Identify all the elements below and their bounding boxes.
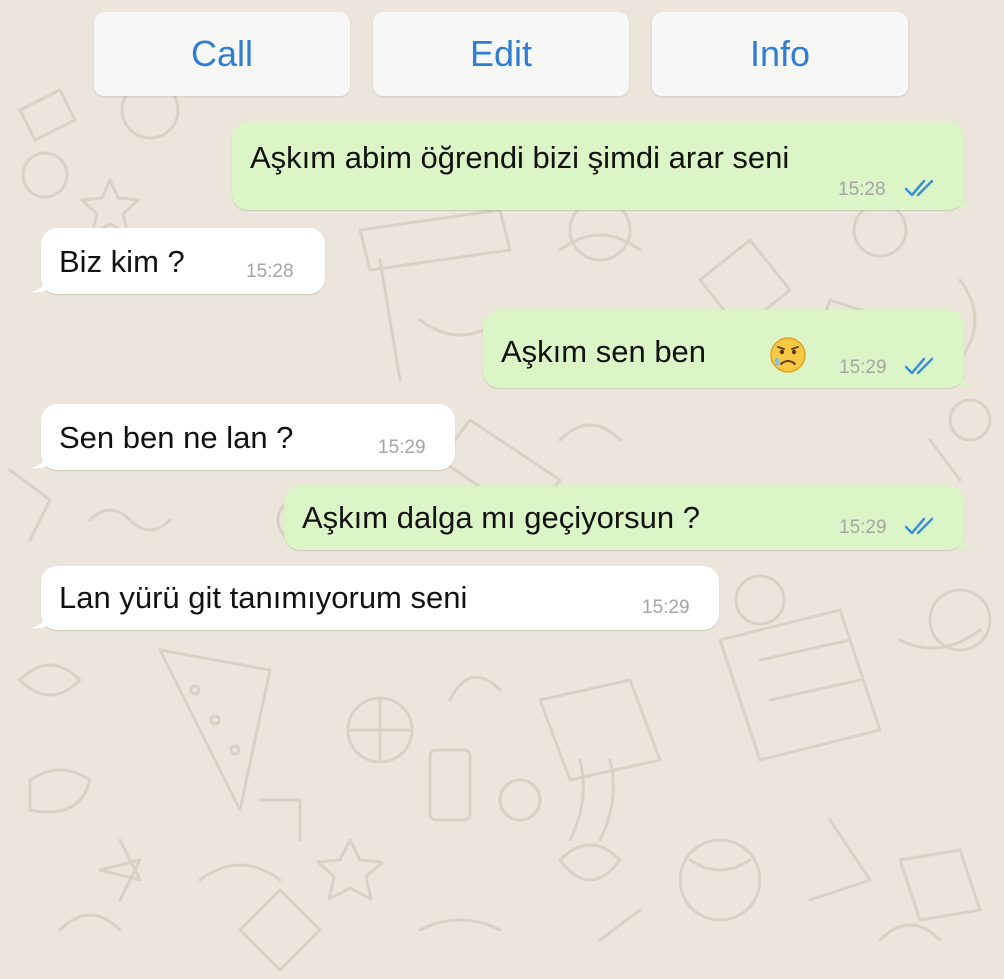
message-bubble-incoming[interactable]: Lan yürü git tanımıyorum seni 15:29 <box>31 566 719 630</box>
message-text: Aşkım dalga mı geçiyorsun ? <box>302 500 701 535</box>
read-ticks-icon <box>904 517 934 535</box>
message-time: 15:29 <box>839 517 887 538</box>
message-bubble-outgoing[interactable]: Aşkım dalga mı geçiyorsun ? 15:29 <box>284 486 974 550</box>
message-text: Aşkım sen ben <box>501 334 707 369</box>
info-label: Info <box>749 33 811 74</box>
message-time: 15:29 <box>378 437 426 458</box>
message-text: Lan yürü git tanımıyorum seni <box>59 580 468 615</box>
bubble-tail <box>31 608 51 629</box>
message-text: Biz kim ? <box>59 244 185 279</box>
call-button[interactable]: Call <box>94 12 350 96</box>
edit-label: Edit <box>469 33 533 74</box>
message-text: Aşkım abim öğrendi bizi şimdi arar seni <box>250 140 790 175</box>
bubble-tail <box>31 448 51 469</box>
message-bubble-outgoing[interactable]: Aşkım abim öğrendi bizi şimdi arar seni … <box>232 122 974 210</box>
read-ticks-icon <box>904 179 934 197</box>
message-time: 15:29 <box>839 357 887 378</box>
info-button[interactable]: Info <box>652 12 908 96</box>
bubble-tail <box>954 188 974 209</box>
message-time: 15:28 <box>838 179 886 200</box>
message-time: 15:28 <box>246 261 294 282</box>
message-bubble-incoming[interactable]: Biz kim ? 15:28 <box>31 228 325 294</box>
bubble-tail <box>31 272 51 293</box>
message-bubble-outgoing[interactable]: Aşkım sen ben 15:29 <box>483 310 974 388</box>
bubble-tail <box>954 528 974 549</box>
read-ticks-icon <box>904 357 934 375</box>
sad-relieved-face-emoji-icon <box>770 337 806 373</box>
call-label: Call <box>190 33 253 74</box>
edit-button[interactable]: Edit <box>373 12 629 96</box>
message-bubble-incoming[interactable]: Sen ben ne lan ? 15:29 <box>31 404 455 470</box>
message-time: 15:29 <box>642 597 690 618</box>
message-text: Sen ben ne lan ? <box>59 420 294 455</box>
bubble-tail <box>954 366 974 387</box>
